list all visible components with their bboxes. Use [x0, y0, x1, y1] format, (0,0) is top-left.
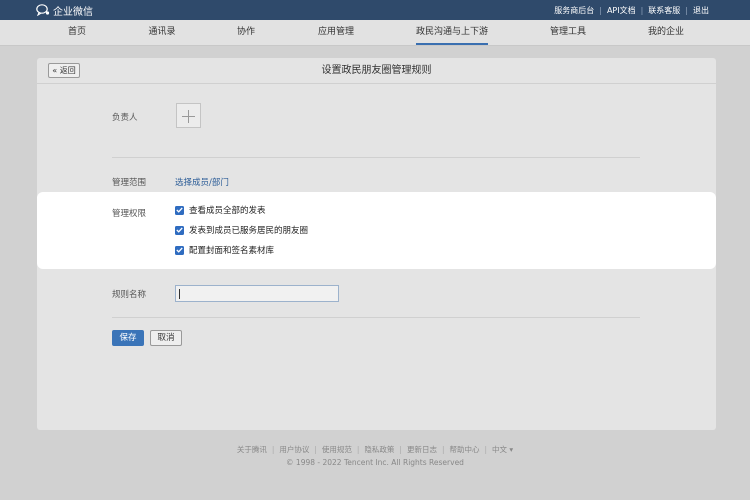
nav-collaboration[interactable]: 协作 — [237, 20, 255, 45]
nav-gov-communication[interactable]: 政民沟通与上下游 — [415, 20, 489, 45]
checkbox-checked-icon[interactable] — [175, 205, 184, 215]
permission-label: 发表到成员已服务居民的朋友圈 — [189, 226, 309, 236]
back-button[interactable]: « 返回 — [48, 63, 80, 78]
wecom-logo-icon — [36, 4, 50, 16]
permission-label: 查看成员全部的发表 — [189, 206, 266, 216]
footer-link-usage-rules[interactable]: 使用规范 — [317, 444, 357, 455]
footer-link-about[interactable]: 关于腾讯 — [232, 444, 272, 455]
rule-name-input[interactable] — [175, 285, 339, 302]
top-link-logout[interactable]: 退出 — [688, 5, 714, 16]
save-button[interactable]: 保存 — [112, 330, 144, 346]
top-link-provider[interactable]: 服务商后台 — [549, 5, 599, 16]
top-bar: 企业微信 服务商后台 | API文档 | 联系客服 | 退出 — [0, 0, 750, 20]
divider — [112, 317, 640, 318]
copyright-text: © 1998 - 2022 Tencent Inc. All Rights Re… — [286, 458, 464, 467]
permission-label: 配置封面和签名素材库 — [189, 246, 275, 256]
owner-label: 负责人 — [112, 113, 138, 123]
brand-logo[interactable]: 企业微信 — [36, 3, 93, 18]
divider — [112, 157, 640, 158]
main-nav: 首页 通讯录 协作 应用管理 政民沟通与上下游 管理工具 我的企业 — [0, 20, 750, 46]
top-link-support[interactable]: 联系客服 — [643, 5, 685, 16]
select-members-link[interactable]: 选择成员/部门 — [175, 176, 229, 188]
rule-name-label: 规则名称 — [112, 290, 147, 300]
footer-link-changelog[interactable]: 更新日志 — [402, 444, 442, 455]
nav-contacts[interactable]: 通讯录 — [148, 20, 175, 45]
nav-app-management[interactable]: 应用管理 — [318, 20, 354, 45]
checkbox-checked-icon[interactable] — [175, 225, 184, 235]
nav-my-enterprise[interactable]: 我的企业 — [648, 20, 684, 45]
top-links: 服务商后台 | API文档 | 联系客服 | 退出 — [549, 0, 714, 20]
permission-configure-materials[interactable]: 配置封面和签名素材库 — [175, 244, 274, 256]
panel-header: 设置政民朋友圈管理规则 « 返回 — [37, 58, 716, 84]
top-link-api-docs[interactable]: API文档 — [602, 5, 641, 16]
footer-link-privacy[interactable]: 隐私政策 — [359, 444, 399, 455]
cancel-button[interactable]: 取消 — [150, 330, 182, 346]
permission-post-to-residents[interactable]: 发表到成员已服务居民的朋友圈 — [175, 224, 308, 236]
footer-links: 关于腾讯 | 用户协议 | 使用规范 | 隐私政策 | 更新日志 | 帮助中心 … — [0, 444, 750, 455]
permissions-section: 管理权限 查看成员全部的发表 发表到成员已服务居民的朋友圈 配置封面和签名素材库 — [37, 192, 716, 269]
permission-view-all-posts[interactable]: 查看成员全部的发表 — [175, 204, 266, 216]
nav-management-tools[interactable]: 管理工具 — [550, 20, 586, 45]
page-title: 设置政民朋友圈管理规则 — [321, 65, 432, 76]
brand-name: 企业微信 — [53, 6, 93, 18]
footer-link-terms[interactable]: 用户协议 — [274, 444, 314, 455]
footer-link-help[interactable]: 帮助中心 — [444, 444, 484, 455]
text-caret — [179, 289, 180, 299]
scope-label: 管理范围 — [112, 178, 147, 188]
checkbox-checked-icon[interactable] — [175, 245, 184, 255]
add-owner-button[interactable] — [176, 103, 201, 128]
nav-home[interactable]: 首页 — [68, 20, 86, 45]
language-selector[interactable]: 中文 ▾ — [487, 444, 518, 455]
permissions-label: 管理权限 — [112, 209, 147, 219]
